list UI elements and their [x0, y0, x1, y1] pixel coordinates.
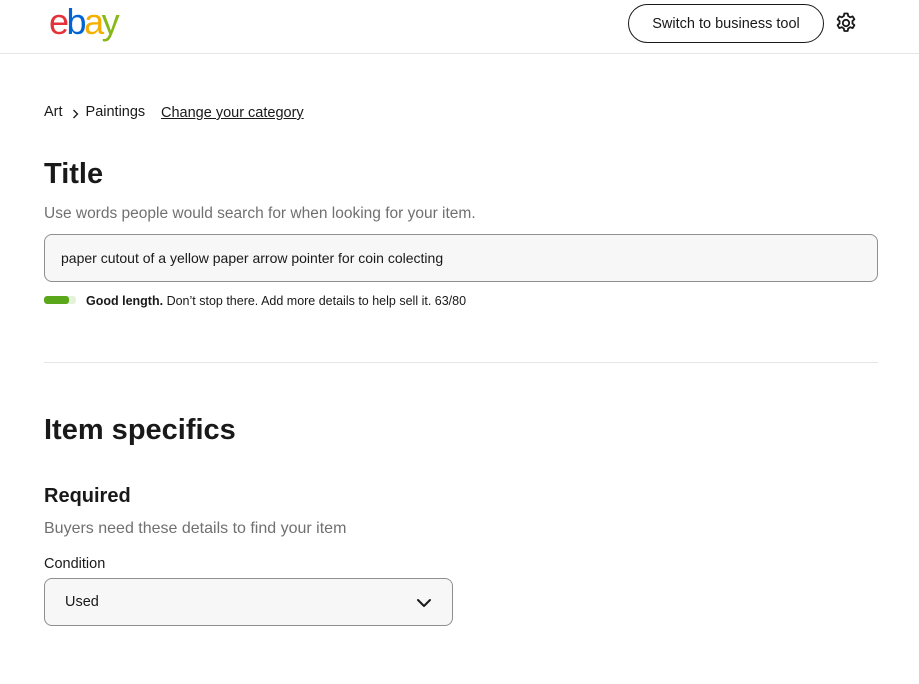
- switch-business-tool-button[interactable]: Switch to business tool: [628, 4, 824, 43]
- title-heading: Title: [44, 158, 104, 190]
- condition-select[interactable]: Used: [44, 578, 453, 626]
- condition-value: Used: [65, 594, 99, 610]
- chevron-right-icon: [72, 107, 79, 119]
- breadcrumb: Art Paintings: [44, 104, 145, 120]
- title-length-meter: [44, 296, 76, 304]
- title-length-status: Good length.: [86, 294, 164, 308]
- title-length-count: 63/80: [434, 294, 467, 308]
- required-heading: Required: [44, 485, 131, 507]
- title-length-meter-fill: [44, 296, 70, 304]
- breadcrumb-item-paintings[interactable]: Paintings: [86, 104, 146, 120]
- item-specifics-heading: Item specifics: [44, 414, 236, 446]
- breadcrumb-item-art[interactable]: Art: [44, 104, 63, 120]
- condition-label: Condition: [44, 556, 106, 572]
- required-help-text: Buyers need these details to find your i…: [44, 520, 347, 537]
- title-help-text: Use words people would search for when l…: [44, 205, 476, 222]
- title-length-message: Good length. Don’t stop there. Add more …: [86, 294, 466, 308]
- change-category-link[interactable]: Change your category: [161, 105, 304, 121]
- chevron-down-icon: [416, 596, 432, 610]
- ebay-logo[interactable]: ebay: [49, 2, 120, 42]
- gear-icon[interactable]: [834, 11, 858, 35]
- section-divider: [44, 362, 878, 363]
- title-length-hint: Don’t stop there. Add more details to he…: [166, 294, 432, 308]
- top-header: ebay Switch to business tool: [0, 0, 919, 54]
- title-input[interactable]: [44, 234, 878, 282]
